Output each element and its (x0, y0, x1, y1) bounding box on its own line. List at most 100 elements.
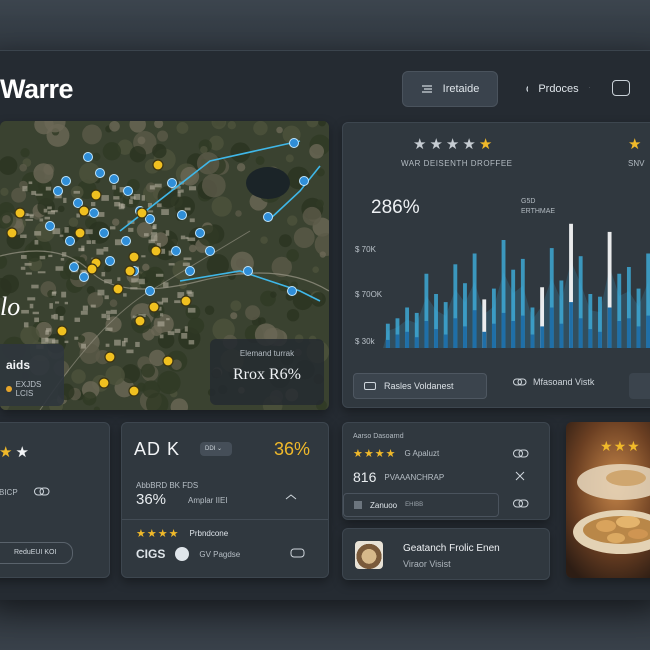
star-icon: ★ (353, 448, 364, 460)
divider (122, 519, 328, 520)
chart-bar-secondary (578, 318, 583, 348)
map-marker-gold (78, 205, 90, 217)
chat-icon[interactable] (290, 548, 306, 560)
rating-stars: ★★★★★ (413, 135, 495, 153)
chart-action-button-label: Rasles Voldanest (384, 381, 454, 391)
profile-panel[interactable]: Geatanch Frolic Enen Viraor Visist (342, 528, 550, 580)
food-rating-stars: ★★★ (600, 438, 641, 455)
panel-left-button-label: ReduEUI KOI (14, 549, 57, 556)
chevron-down-icon (589, 86, 590, 89)
map-stat-label: Elemand turrak (239, 349, 295, 358)
chart-bar-secondary (424, 321, 429, 348)
star-icon: ★ (363, 448, 375, 460)
summary-panel-left: ★★ BICP ReduEUI KOI (0, 422, 110, 578)
map-legend-sub: EXJDS LCIS (6, 380, 58, 398)
toolbar-button-primary[interactable]: Iretaide (402, 71, 498, 107)
bar-chart (383, 223, 650, 348)
chart-bar-secondary (569, 302, 573, 348)
chart-action-button[interactable]: Rasles Voldanest (353, 373, 487, 399)
panel-row-sublabel: Amplar IIEI (188, 496, 228, 505)
map-marker-gold (150, 245, 162, 257)
rating-stars: ★★ (0, 444, 32, 461)
map-marker-blue (83, 152, 93, 162)
link-icon[interactable] (513, 449, 529, 459)
chart-bar-secondary (636, 326, 641, 348)
rating-stars: ★★★★ (353, 447, 397, 460)
chart-bar-secondary (549, 307, 554, 348)
map-marker-blue (69, 262, 79, 272)
map-marker-blue (45, 221, 55, 231)
legend-item: G5D (521, 198, 536, 205)
map-marker-gold (112, 283, 124, 295)
map-stat-value: Rrox R6% (233, 366, 301, 383)
map-overlay-text: lo (0, 292, 21, 321)
map-marker-gold (152, 159, 164, 171)
chart-bar-secondary (385, 339, 390, 348)
chart-bar-secondary (520, 315, 525, 348)
map-marker-gold (180, 295, 192, 307)
chart-bar-secondary (491, 323, 496, 348)
map-marker-blue (123, 186, 133, 196)
chart-bar-secondary (598, 331, 602, 348)
chart-bar-secondary (453, 318, 458, 348)
panel-header: Aarso Dasoarnd (353, 433, 404, 440)
star-icon: ★ (146, 528, 158, 540)
toolbar-button-primary-label: Iretaide (442, 83, 480, 95)
panel-title: AD K (134, 439, 181, 459)
rating-panel: Aarso Dasoarnd ★★★★ G Apaluzt 816 PVAAAN… (342, 422, 550, 520)
y-tick: $ 70K (355, 245, 376, 254)
y-tick: $ 30k (355, 337, 375, 346)
food-photo[interactable]: ★★★ (566, 422, 650, 578)
chart-secondary-button[interactable] (629, 373, 650, 399)
y-tick: $ 70OK (355, 290, 383, 299)
map-marker-blue (171, 246, 181, 256)
map-marker-gold (128, 385, 140, 397)
panel-caption: BICP (0, 487, 18, 497)
panel-chip[interactable]: DDI ⌄ (200, 442, 232, 456)
star-icon: ★ (478, 136, 496, 153)
map-marker-gold (148, 301, 160, 313)
footer-label: GV Pagdse (199, 549, 241, 559)
link-icon[interactable] (284, 491, 302, 503)
panel-value: 816 (353, 469, 377, 485)
close-icon[interactable] (515, 471, 525, 481)
panel-row-value: 36% (136, 491, 167, 508)
chart-bar-secondary (646, 315, 650, 348)
map-marker-blue (89, 208, 99, 218)
chart-bar-secondary (530, 334, 535, 348)
map-marker-gold (136, 207, 148, 219)
summary-panel-mid: AD K DDI ⌄ 36% AbbBRD BK FDS 36% Amplar … (121, 422, 329, 578)
star-icon: ★ (429, 136, 446, 153)
profile-title: Geatanch Frolic Enen (403, 543, 500, 554)
chart-bar-secondary (588, 329, 593, 348)
chart-bar-secondary (443, 334, 448, 348)
panel-value-label: PVAAANCHRAP (384, 472, 445, 482)
chart-bar-secondary (540, 326, 545, 348)
map-marker-gold (128, 251, 140, 263)
chart-bar-secondary (559, 323, 564, 348)
rating-label: G Apaluzt (404, 449, 440, 458)
menu-icon (421, 85, 432, 93)
panel-percent: 36% (274, 439, 311, 459)
star-icon: ★ (462, 136, 479, 153)
row-label: Zanuoo (370, 500, 398, 510)
footer-row: CIGS GV Pagdse (136, 547, 306, 561)
row-sub: EHIBB (405, 502, 424, 508)
link-icon (513, 378, 527, 386)
chart-bar-secondary (405, 331, 410, 348)
rating-row: ★★★★ G Apaluzt (353, 447, 439, 460)
rating-row: ★★★★ Prbndcone (136, 527, 228, 540)
chart-link[interactable]: Mfasoand Vistk (513, 377, 594, 387)
map-marker-gold (14, 207, 26, 219)
link-icon[interactable] (513, 499, 529, 509)
star-icon: ★ (413, 136, 430, 153)
panel-left-button[interactable]: ReduEUI KOI (0, 542, 73, 564)
toolbar-dropdown[interactable]: Prdoces (512, 71, 604, 107)
window-icon[interactable] (612, 80, 630, 96)
link-icon (33, 487, 50, 496)
panel-row-button[interactable]: Zanuoo EHIBB (343, 493, 499, 517)
chart-subtitle: WAR DEISENTH DROFFEE (401, 159, 513, 168)
map-marker-blue (109, 174, 119, 184)
app-logo: Warre (0, 74, 74, 104)
map-marker-blue (73, 198, 83, 208)
